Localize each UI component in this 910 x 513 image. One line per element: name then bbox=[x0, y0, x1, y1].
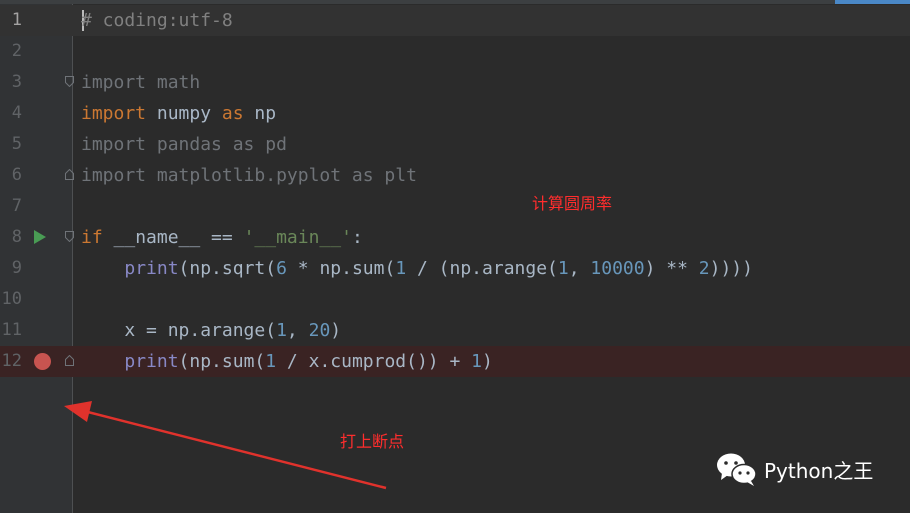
wechat-icon bbox=[717, 453, 757, 486]
red-arrow bbox=[64, 401, 387, 490]
watermark: Python之王 bbox=[716, 452, 873, 486]
watermark-text: Python之王 bbox=[764, 458, 874, 483]
